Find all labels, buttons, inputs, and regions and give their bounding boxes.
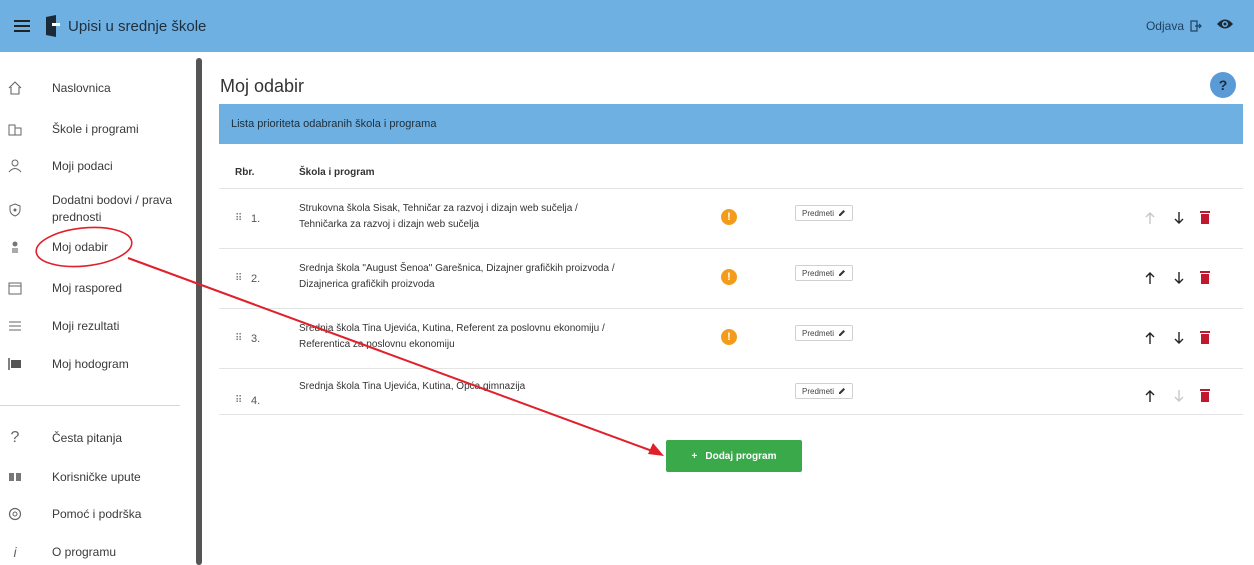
program-line-1: Srednja škola Tina Ujevića, Kutina, Refe…	[299, 323, 605, 334]
priority-list-card: Lista prioriteta odabranih škola i progr…	[219, 104, 1243, 474]
book-icon	[7, 469, 23, 485]
row-program-name: Strukovna škola Sisak, Tehničar za razvo…	[299, 201, 699, 233]
plus-icon: +	[691, 450, 698, 462]
help-button[interactable]: ?	[1210, 72, 1236, 98]
move-up-icon[interactable]	[1144, 271, 1156, 285]
warning-icon[interactable]: !	[721, 269, 737, 285]
sidebar-item-label: Naslovnica	[52, 80, 111, 95]
support-icon	[7, 506, 23, 522]
table-row: ⠿ 4. Srednja škola Tina Ujevića, Kutina,…	[219, 369, 1243, 415]
user-choice-icon	[7, 239, 23, 255]
hamburger-menu-icon[interactable]	[14, 19, 34, 33]
pencil-icon	[839, 330, 846, 336]
column-header-program: Škola i program	[299, 167, 375, 178]
delete-icon[interactable]	[1199, 330, 1211, 345]
page-title: Moj odabir	[220, 76, 305, 96]
move-up-icon[interactable]	[1144, 389, 1156, 403]
move-down-icon[interactable]	[1173, 331, 1185, 345]
program-line-2: Dizajnerica grafičkih proizvoda	[299, 279, 435, 290]
move-down-icon[interactable]	[1173, 211, 1185, 225]
sidebar-item-label: O programu	[52, 544, 117, 559]
app-logo	[44, 15, 60, 37]
subjects-button[interactable]: Predmeti	[795, 325, 854, 341]
sidebar-item-label: Moji rezultati	[52, 318, 120, 333]
drag-handle-icon[interactable]: ⠿	[235, 395, 242, 406]
sidebar-item-label: Česta pitanja	[52, 430, 123, 445]
subjects-button[interactable]: Predmeti	[795, 205, 854, 221]
row-rank: 4.	[251, 395, 261, 407]
timeline-icon	[7, 356, 23, 372]
pencil-icon	[839, 270, 846, 276]
drag-handle-icon[interactable]: ⠿	[235, 273, 242, 284]
home-icon	[7, 80, 23, 96]
delete-icon[interactable]	[1199, 210, 1211, 225]
card-header: Lista prioriteta odabranih škola i progr…	[219, 104, 1243, 144]
logout-label: Odjava	[1145, 19, 1184, 33]
table-row: ⠿ 2. Srednja škola "August Šenoa" Garešn…	[219, 249, 1243, 309]
subjects-label: Predmeti	[802, 268, 835, 278]
program-line-1: Srednja škola "August Šenoa" Garešnica, …	[299, 263, 615, 274]
delete-icon[interactable]	[1199, 270, 1211, 285]
row-rank: 3.	[251, 333, 261, 345]
row-program-name: Srednja škola "August Šenoa" Garešnica, …	[299, 261, 699, 293]
move-up-disabled-icon	[1144, 211, 1156, 225]
move-down-disabled-icon	[1173, 389, 1185, 403]
pencil-icon	[839, 210, 846, 216]
row-rank: 2.	[251, 273, 261, 285]
program-line-1: Srednja škola Tina Ujevića, Kutina, Opća…	[299, 381, 526, 392]
program-line-2: Referentica za poslovnu ekonomiju	[299, 339, 455, 350]
building-icon	[7, 121, 23, 137]
sidebar-item-label: Škole i programi	[52, 121, 139, 136]
top-bar: Upisi u srednje škole Odjava	[0, 0, 1254, 52]
info-icon: i	[13, 544, 17, 560]
subjects-label: Predmeti	[802, 328, 835, 338]
scrollbar-thumb[interactable]	[196, 58, 202, 565]
logout-button[interactable]: Odjava	[1146, 19, 1202, 33]
column-header-rank: Rbr.	[235, 167, 255, 178]
question-icon: ?	[10, 429, 20, 446]
sidebar-divider	[0, 405, 180, 406]
subjects-button[interactable]: Predmeti	[795, 265, 854, 281]
move-down-icon[interactable]	[1173, 271, 1185, 285]
pencil-icon	[839, 388, 846, 394]
person-icon	[7, 158, 23, 174]
subjects-label: Predmeti	[802, 208, 835, 218]
warning-icon[interactable]: !	[721, 329, 737, 345]
program-line-2: Tehničarka za razvoj i dizajn web sučelj…	[299, 219, 480, 230]
sidebar-scrollbar[interactable]	[196, 58, 202, 565]
warning-icon[interactable]: !	[721, 209, 737, 225]
main-content: Moj odabir ? Lista prioriteta odabranih …	[204, 52, 1254, 565]
sidebar-item-label: Moji podaci	[52, 158, 113, 173]
row-program-name: Srednja škola Tina Ujevića, Kutina, Opća…	[299, 379, 699, 395]
sidebar: Naslovnica Škole i programi Moji podaci …	[0, 52, 196, 565]
add-program-button[interactable]: + Dodaj program	[666, 440, 802, 472]
program-line-1: Strukovna škola Sisak, Tehničar za razvo…	[299, 203, 578, 214]
shield-icon	[7, 202, 23, 218]
sidebar-item-label: Moj hodogram	[52, 356, 129, 371]
subjects-button[interactable]: Predmeti	[795, 383, 854, 399]
logout-icon	[1190, 20, 1202, 32]
card-title: Lista prioriteta odabranih škola i progr…	[231, 118, 437, 130]
list-icon	[7, 318, 23, 334]
sidebar-item-label: Pomoć i podrška	[52, 506, 142, 521]
delete-icon[interactable]	[1199, 388, 1211, 403]
row-rank: 1.	[251, 213, 261, 225]
sidebar-item-label: Moj raspored	[52, 280, 123, 295]
drag-handle-icon[interactable]: ⠿	[235, 213, 242, 224]
add-program-label: Dodaj program	[705, 450, 777, 462]
drag-handle-icon[interactable]: ⠿	[235, 333, 242, 344]
sidebar-item-label: Moj odabir	[52, 239, 109, 254]
row-program-name: Srednja škola Tina Ujevića, Kutina, Refe…	[299, 321, 699, 353]
table-row: ⠿ 1. Strukovna škola Sisak, Tehničar za …	[219, 189, 1243, 249]
sidebar-item-dodatni-bodovi[interactable]: Dodatni bodovi / prava prednosti	[0, 192, 196, 228]
move-up-icon[interactable]	[1144, 331, 1156, 345]
sidebar-item-label: Dodatni bodovi / prava prednosti	[52, 193, 173, 224]
subjects-label: Predmeti	[802, 386, 835, 396]
app-title: Upisi u srednje škole	[68, 17, 207, 35]
table-row: ⠿ 3. Srednja škola Tina Ujevića, Kutina,…	[219, 309, 1243, 369]
calendar-icon	[7, 280, 23, 296]
sidebar-item-label: Korisničke upute	[52, 469, 141, 484]
visibility-toggle-eye-icon[interactable]	[1216, 17, 1234, 36]
